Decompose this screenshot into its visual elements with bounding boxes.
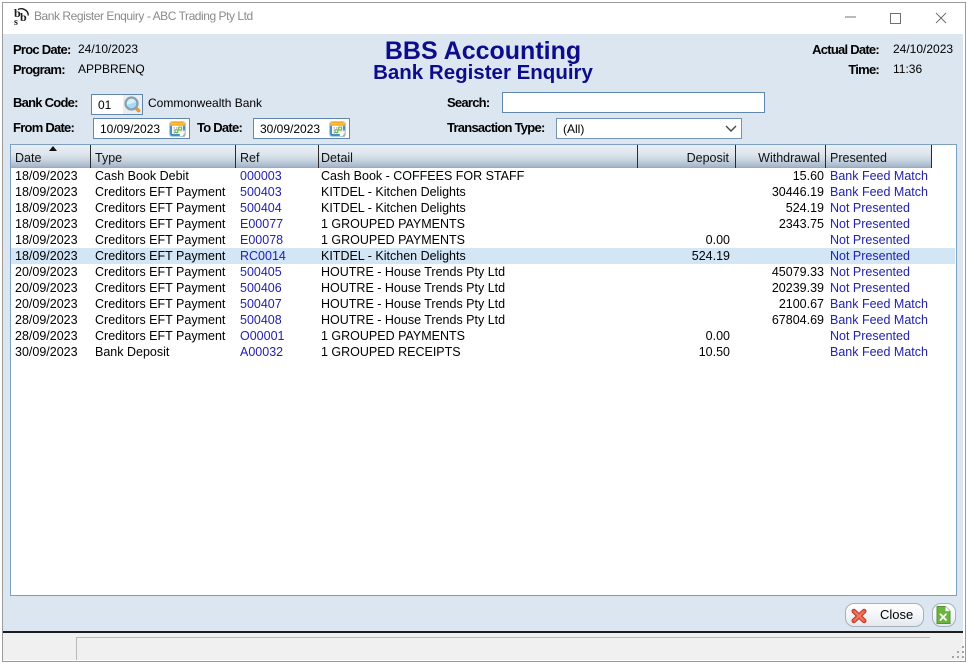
svg-text:s: s [14, 17, 18, 27]
svg-text:b: b [20, 10, 27, 24]
